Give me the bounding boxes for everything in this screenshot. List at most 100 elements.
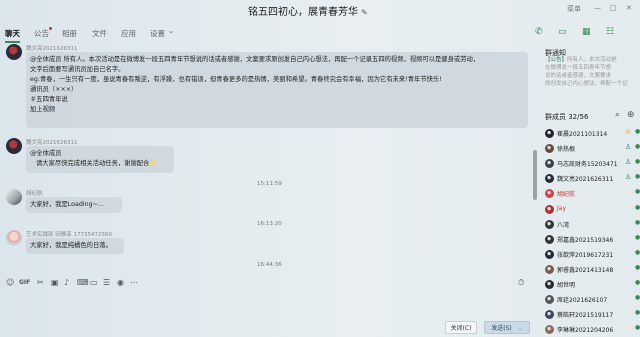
member-item[interactable]: 郭睿鑫2021413148 ● <box>545 264 640 276</box>
member-name: 八湾 <box>557 221 570 229</box>
message-line: 大家好，我是Loading~... <box>30 201 104 208</box>
chat-window: 铭五四初心，展青春芳华 ✎ 菜单 — □ ✕ 聊天 公告 相册 文件 应用 设置 … <box>0 0 640 337</box>
gif-icon[interactable]: GIF <box>19 279 30 286</box>
message-line: ＃五四青年说 <box>30 96 68 103</box>
message-list[interactable]: 魏文亮2021626311 @全体成员 所有人。本次活动是在微博发一段五四青年节… <box>0 44 533 274</box>
more-menu-icon[interactable]: ☷ <box>606 27 614 37</box>
member-avatar <box>545 189 554 199</box>
member-item[interactable]: 崔晨2021101314 ♔ ● <box>545 128 640 140</box>
title-bar: 铭五四初心，展青春芳华 ✎ 菜单 — □ ✕ <box>0 0 640 22</box>
message-input[interactable] <box>0 292 533 320</box>
send-button[interactable]: 发送(S) ⌄ <box>484 321 530 334</box>
file-icon[interactable]: ▭ <box>90 278 98 287</box>
member-item[interactable]: 胡纪航 ● <box>545 188 640 200</box>
member-avatar <box>545 174 554 184</box>
message-line: @全体成员 <box>30 150 62 157</box>
avatar[interactable] <box>6 230 22 246</box>
chevron-down-icon[interactable]: ⌄ <box>168 26 174 35</box>
member-item[interactable]: Jay ● <box>545 204 640 216</box>
group-side-panel: 群通知 【公告】所有人。本次活动是 在微博发一段五四青年节想 说的话或者感谢，文… <box>540 44 640 337</box>
online-status-icon: ● <box>635 203 640 211</box>
minimize-icon[interactable]: — <box>594 4 601 12</box>
screen-share-icon[interactable]: ▭ <box>558 27 567 37</box>
tab-files[interactable]: 文件 <box>92 28 107 39</box>
message-line: 通讯员（×××） <box>30 86 78 93</box>
edit-name-icon[interactable]: ✎ <box>361 8 368 17</box>
member-item[interactable]: 胡世明 ● <box>545 279 640 291</box>
sender-name: 魏文亮2021626311 <box>26 46 78 52</box>
member-name: Jay <box>557 204 566 212</box>
group-name: 铭五四初心，展青春芳华 <box>248 7 358 18</box>
online-status-icon: ● <box>635 188 640 196</box>
notice-preview[interactable]: 【公告】所有人。本次活动是 在微博发一段五四青年节想 说的话或者感谢，文案要求 … <box>545 56 633 88</box>
screenshot-icon[interactable]: ✂ <box>37 278 44 287</box>
member-avatar <box>545 310 554 320</box>
menu-button[interactable]: 菜单 <box>567 4 581 14</box>
sender-name: 胡纪航 <box>26 191 43 197</box>
list-icon[interactable]: ☰ <box>103 278 110 287</box>
online-status-icon: ● <box>635 143 640 151</box>
message-bubble: @全体成员 所有人。本次活动是在微博发一段五四青年节想说的话或者感谢，文案要求原… <box>26 52 528 128</box>
member-avatar <box>545 159 554 169</box>
chat-scrollbar[interactable] <box>533 150 537 200</box>
member-item[interactable]: 马志凯财务15203471 ♙ ● <box>545 158 640 170</box>
tab-settings[interactable]: 设置 <box>150 28 165 39</box>
admin-badge-icon: ♙ <box>625 158 632 167</box>
close-button[interactable]: 关闭(C) <box>445 321 477 334</box>
folder-icon[interactable]: ▣ <box>51 278 59 287</box>
online-status-icon: ● <box>635 248 640 256</box>
tab-album[interactable]: 相册 <box>62 28 77 39</box>
online-status-icon: ● <box>635 294 640 302</box>
sender-name: 艺术实践部 田雅菲 17735472560 <box>26 232 112 238</box>
message-line: @全体成员 所有人。本次活动是在微博发一段五四青年节想说的话或者感谢，文案要求原… <box>30 56 480 63</box>
message-bubble: @全体成员 请大家尽快完成相关活动任务，谢谢配合✨ <box>26 146 174 173</box>
add-member-icon[interactable]: ⊕ <box>627 110 635 120</box>
call-icon[interactable]: ✆ <box>535 27 543 37</box>
member-item[interactable]: 魏文亮2021626311 ♙ ● <box>545 173 640 185</box>
member-avatar <box>545 234 554 244</box>
voice-icon[interactable]: ♪ <box>64 278 69 287</box>
online-status-icon: ● <box>635 128 640 135</box>
member-item[interactable]: 八湾 ● <box>545 219 640 231</box>
message-line: 请大家尽快完成相关活动任务，谢谢配合✨ <box>30 159 170 169</box>
member-avatar <box>545 249 554 259</box>
close-window-icon[interactable]: ✕ <box>626 4 632 12</box>
admin-badge-icon: ♙ <box>625 173 632 182</box>
chevron-down-icon[interactable]: ⌄ <box>518 325 523 332</box>
member-item[interactable]: 张歆萍2019617231 ● <box>545 249 640 261</box>
member-avatar <box>545 204 554 214</box>
member-avatar <box>545 280 554 289</box>
message-text: 请大家尽快完成相关活动任务，谢谢配合 <box>36 160 150 167</box>
maximize-icon[interactable]: □ <box>610 4 617 12</box>
member-name: 张歆萍2019617231 <box>557 251 614 259</box>
message-line: eg:青春，一生只有一度，虽说青春有叛逆，有浮躁，也有错误，但青春更多的是热情，… <box>30 76 442 83</box>
tab-bar: 聊天 公告 相册 文件 应用 设置 ⌄ <box>0 26 530 43</box>
member-item[interactable]: 蔡皓轩2021519117 ● <box>545 309 640 321</box>
sender-name: 魏文亮2021626311 <box>26 140 78 146</box>
member-avatar <box>545 144 554 154</box>
app-grid-icon[interactable]: ▦ <box>582 27 591 37</box>
member-avatar <box>545 295 554 305</box>
member-item[interactable]: 李琳琳2021204206 ● <box>545 324 640 336</box>
search-icon[interactable]: ⌕ <box>615 110 620 120</box>
red-packet-icon[interactable]: ◉ <box>117 278 124 287</box>
avatar[interactable] <box>6 138 22 154</box>
member-name: 李琳琳2021204206 <box>557 327 614 335</box>
notice-line: 在微博发一段五四青年节想 <box>545 65 612 71</box>
send-label: 发送(S) <box>491 325 512 332</box>
avatar[interactable] <box>6 44 22 60</box>
member-name: 郑嘉鑫2021519346 <box>557 236 614 244</box>
more-icon[interactable]: ⋯ <box>130 278 138 287</box>
history-icon[interactable]: ⏱ <box>518 278 524 288</box>
member-item[interactable]: 郑嘉鑫2021519346 ● <box>545 234 640 246</box>
tab-apps[interactable]: 应用 <box>121 28 136 39</box>
member-item[interactable]: 席廷2021626107 ● <box>545 294 640 306</box>
member-avatar <box>545 325 554 335</box>
keyboard-icon[interactable]: ⌨ <box>77 278 89 287</box>
emoji-icon[interactable]: ☺ <box>6 278 14 287</box>
tab-chat[interactable]: 聊天 <box>5 28 20 43</box>
member-name: 马志凯财务15203471 <box>557 161 618 169</box>
avatar[interactable] <box>6 189 22 205</box>
member-item[interactable]: 徐热根 ♙ ● <box>545 143 640 155</box>
tab-notice[interactable]: 公告 <box>34 28 49 39</box>
